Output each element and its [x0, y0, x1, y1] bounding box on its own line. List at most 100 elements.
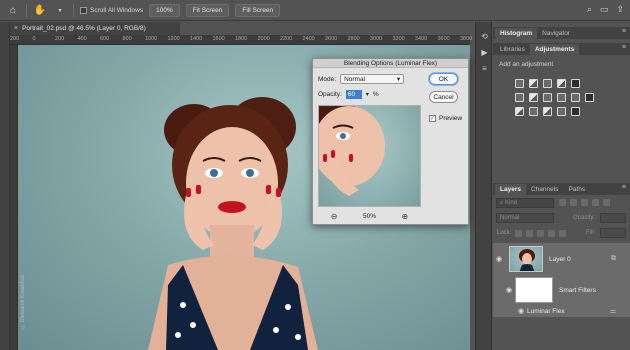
eye-icon[interactable]: ◉ — [493, 255, 505, 263]
ruler-tick: 200 — [10, 36, 20, 42]
preview-image[interactable] — [318, 105, 421, 207]
ruler-tick: 1600 — [212, 36, 225, 42]
ok-button[interactable]: OK — [429, 73, 458, 85]
ruler-tick: 1200 — [167, 36, 180, 42]
layer-row-layer-0[interactable]: ◉ Layer 0 ⧉ — [493, 243, 630, 275]
smart-filter-icon[interactable]: ⧉ — [611, 255, 616, 263]
play-icon[interactable]: ▶ — [480, 48, 489, 57]
share-icon[interactable]: ⇪ — [616, 4, 624, 15]
tab-channels[interactable]: Channels — [526, 184, 563, 195]
tab-adjustments[interactable]: Adjustments — [529, 44, 580, 55]
blending-options-icon[interactable]: ⚌ — [610, 307, 616, 315]
tab-paths[interactable]: Paths — [563, 184, 590, 195]
ruler-tick: 0 — [32, 36, 36, 42]
photo-filter-icon[interactable] — [557, 93, 566, 102]
hand-tool-icon[interactable]: ✋ — [33, 3, 47, 17]
layers-tabs: Layers Channels Paths ≡ — [493, 183, 630, 195]
properties-icon[interactable]: ≡ — [480, 64, 489, 73]
layer-thumbnail — [509, 246, 543, 272]
lock-artboard-icon[interactable] — [548, 230, 555, 237]
selective-color-icon[interactable] — [571, 107, 580, 116]
panel-menu-icon[interactable]: ≡ — [622, 28, 626, 35]
tab-layers[interactable]: Layers — [495, 184, 526, 195]
panel-icon-strip: ⟲ ▶ ≡ — [475, 22, 492, 350]
color-balance-icon[interactable] — [529, 93, 538, 102]
brightness-icon[interactable] — [515, 79, 524, 88]
lock-position-icon[interactable] — [537, 230, 544, 237]
layer-row-luminar-flex[interactable]: ◉ Luminar Flex ⚌ — [493, 305, 630, 317]
panel-menu-icon[interactable]: ≡ — [622, 184, 626, 191]
layer-opacity-input[interactable] — [600, 213, 626, 223]
history-icon[interactable]: ⟲ — [480, 32, 489, 41]
channel-mixer-icon[interactable] — [571, 93, 580, 102]
curves-icon[interactable] — [543, 79, 552, 88]
tab-histogram[interactable]: Histogram — [495, 28, 538, 39]
ruler-tick: 400 — [77, 36, 87, 42]
smart-filters-label: Smart Filters — [559, 286, 596, 294]
tools-panel — [0, 22, 10, 350]
eye-icon[interactable]: ◉ — [503, 286, 515, 294]
preview-checkbox[interactable]: ✓ Preview — [429, 115, 462, 122]
opacity-unit: % — [372, 91, 379, 98]
opacity-row: Opacity: 60 ▾ % — [318, 90, 379, 99]
lock-transparent-icon[interactable] — [515, 230, 522, 237]
scroll-all-windows-checkbox[interactable]: Scroll All Windows — [80, 6, 143, 14]
divider — [26, 3, 27, 17]
mode-select[interactable]: Normal ▾ — [340, 74, 405, 84]
zoom-in-icon[interactable]: ⊕ — [402, 212, 409, 221]
fill-screen-button[interactable]: Fill Screen — [235, 3, 281, 17]
ruler-tick: 2200 — [280, 36, 293, 42]
checkbox-box[interactable] — [80, 6, 87, 14]
tab-libraries[interactable]: Libraries — [495, 44, 530, 55]
color-lookup-icon[interactable] — [585, 93, 594, 102]
preview-portrait — [319, 106, 385, 196]
threshold-icon[interactable] — [543, 107, 552, 116]
smart-filter-mask-thumbnail[interactable] — [515, 277, 553, 303]
ruler-horizontal[interactable]: 200 0 200 400 600 800 1000 1200 1400 1600 1800 2000… — [10, 35, 472, 45]
panel-menu-icon[interactable]: ≡ — [622, 44, 626, 51]
gradient-map-icon[interactable] — [557, 107, 566, 116]
hue-saturation-icon[interactable] — [515, 93, 524, 102]
vibrance-icon[interactable] — [571, 79, 580, 88]
search-icon[interactable]: ⌕ — [587, 4, 592, 15]
pixel-filter-icon[interactable] — [559, 199, 566, 206]
adjustment-filter-icon[interactable] — [570, 199, 577, 206]
close-icon[interactable]: × — [14, 25, 18, 32]
check-icon[interactable]: ✓ — [429, 115, 436, 122]
layer-kind-filter[interactable]: ⌕ Kind — [496, 198, 554, 208]
dialog-title[interactable]: Blending Options (Luminar Flex) — [313, 59, 468, 68]
fill-input[interactable] — [600, 228, 626, 238]
home-icon[interactable]: ⌂ — [6, 3, 20, 17]
document-title: Portrait_02.psd @ 46.5% (Layer 0, RGB/8) — [22, 25, 146, 32]
shape-filter-icon[interactable] — [592, 199, 599, 206]
document-tab[interactable]: × Portrait_02.psd @ 46.5% (Layer 0, RGB/… — [10, 22, 180, 35]
lock-image-icon[interactable] — [526, 230, 533, 237]
posterize-icon[interactable] — [529, 107, 538, 116]
chevron-down-icon[interactable]: ▾ — [366, 91, 369, 98]
ruler-tick: 2600 — [325, 36, 338, 42]
opacity-input[interactable]: 60 — [345, 90, 362, 99]
layer-row-smart-filters[interactable]: ◉ Smart Filters — [493, 275, 630, 305]
invert-icon[interactable] — [515, 107, 524, 116]
cancel-button[interactable]: Cancel — [429, 91, 458, 103]
exposure-icon[interactable] — [557, 79, 566, 88]
zoom-100-button[interactable]: 100% — [149, 3, 180, 17]
black-white-icon[interactable] — [543, 93, 552, 102]
filter-name[interactable]: Luminar Flex — [527, 308, 565, 315]
smart-object-filter-icon[interactable] — [603, 199, 610, 206]
blend-mode-select[interactable]: Normal — [496, 213, 554, 223]
workspace-icon[interactable]: ▭ — [600, 4, 609, 15]
tab-navigator[interactable]: Navigator — [537, 28, 575, 39]
ruler-vertical[interactable] — [10, 45, 18, 350]
zoom-out-icon[interactable]: ⊖ — [331, 212, 338, 221]
ruler-tick: 800 — [122, 36, 132, 42]
eye-icon[interactable]: ◉ — [515, 307, 527, 315]
layer-name[interactable]: Layer 0 — [549, 256, 571, 263]
chevron-down-icon[interactable]: ▾ — [53, 3, 67, 17]
type-filter-icon[interactable] — [581, 199, 588, 206]
fit-screen-button[interactable]: Fit Screen — [185, 3, 230, 17]
levels-icon[interactable] — [529, 79, 538, 88]
lock-label: Lock: — [497, 230, 512, 236]
lock-all-icon[interactable] — [559, 230, 566, 237]
kind-placeholder: Kind — [505, 200, 518, 206]
